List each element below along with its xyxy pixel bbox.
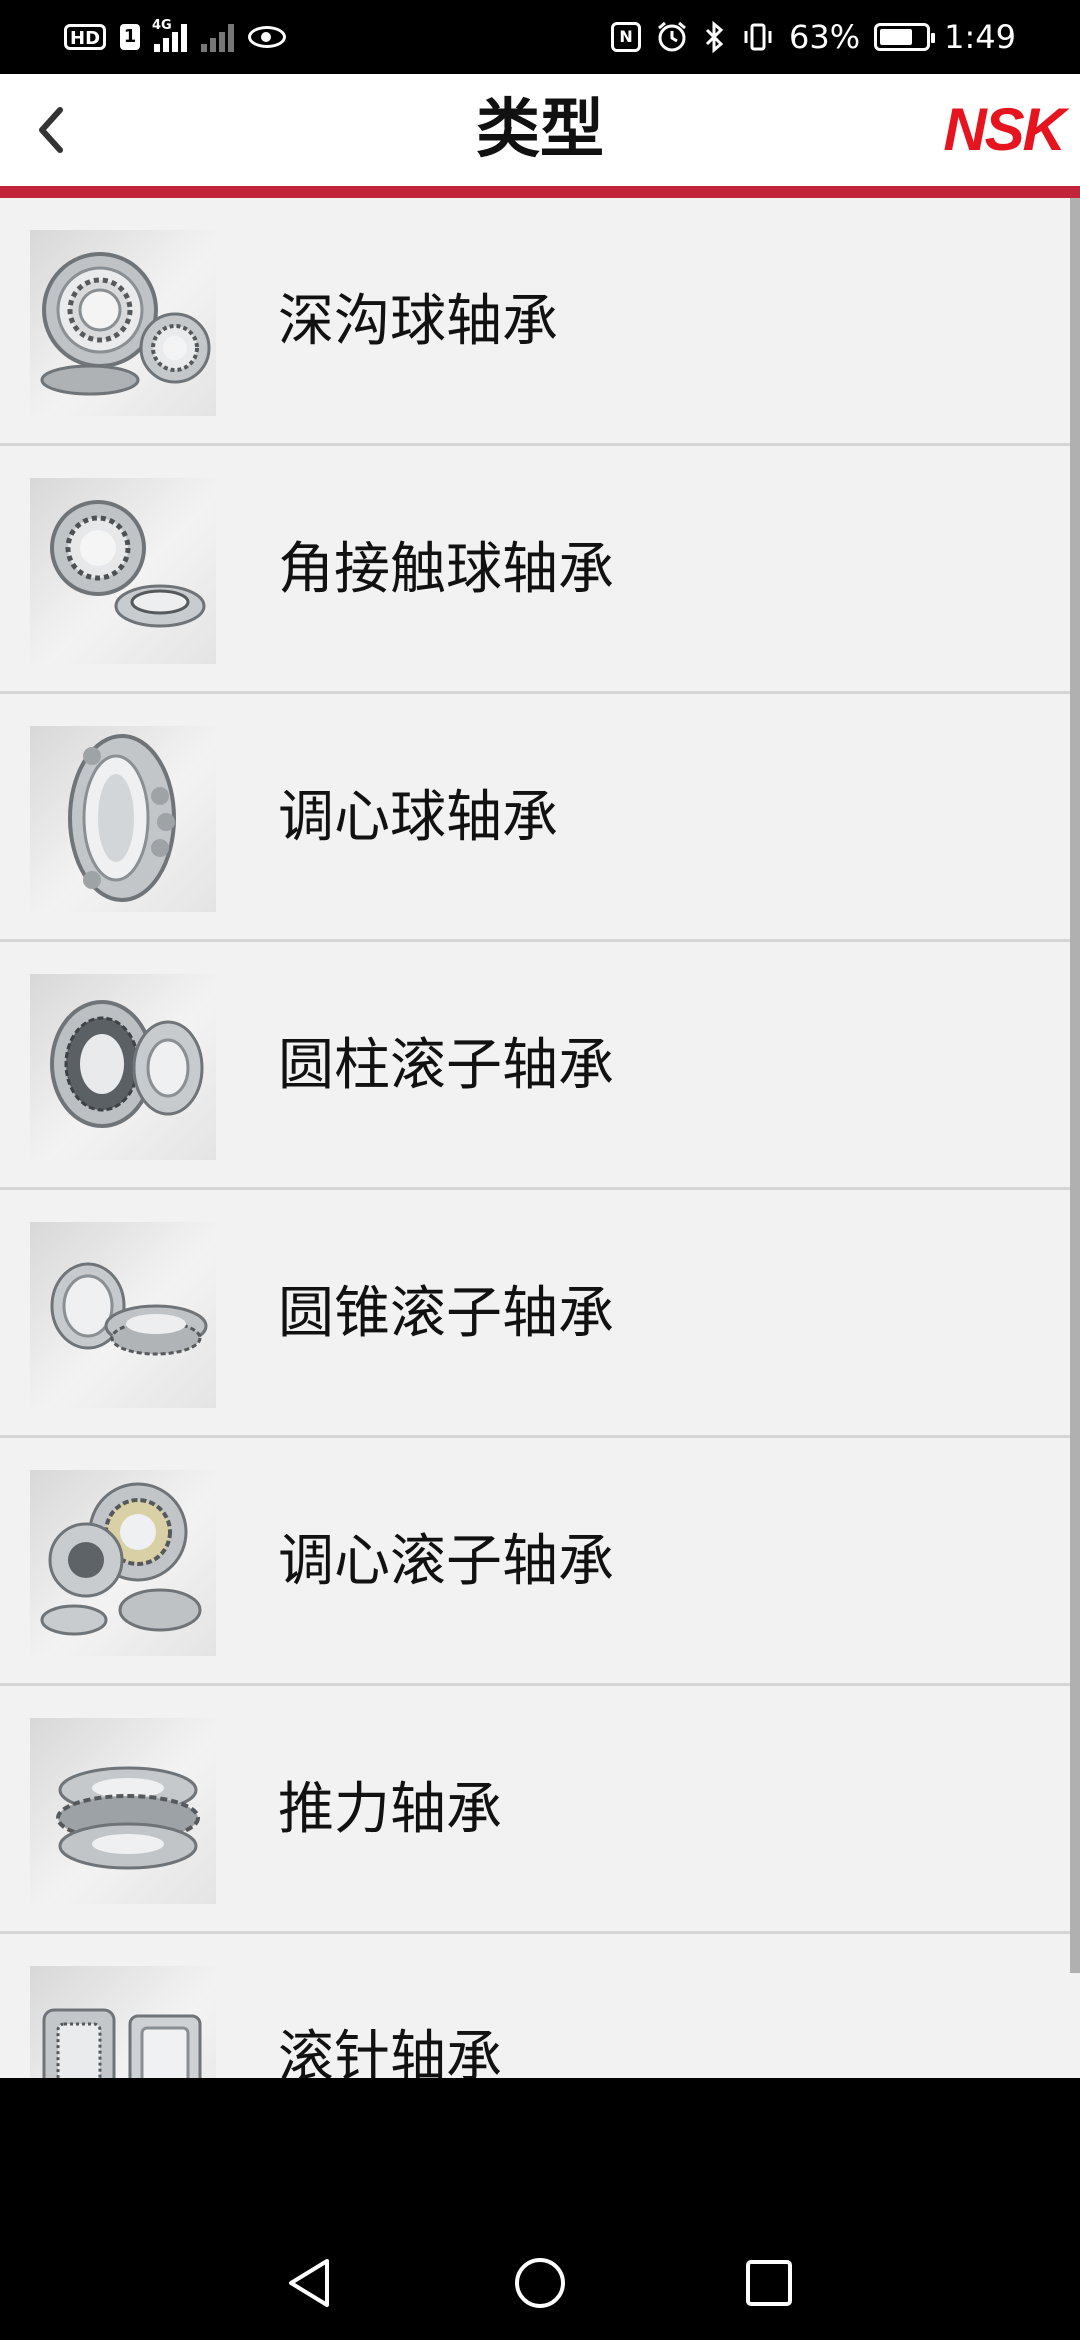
recents-square-icon	[746, 2260, 792, 2306]
signal-icon: 4G	[152, 18, 188, 52]
list-item-label: 深沟球轴承	[278, 289, 558, 354]
tapered-roller-bearing-image	[30, 1222, 216, 1408]
list-item-label: 圆柱滚子轴承	[278, 1033, 614, 1098]
status-bar: HD 1 4G N 63% 1:49	[0, 0, 1080, 74]
list-item-label: 滚针轴承	[278, 2025, 502, 2078]
nav-home-button[interactable]	[505, 2248, 575, 2318]
angular-contact-ball-bearing-image	[30, 478, 216, 664]
list-item[interactable]: 调心滚子轴承	[0, 1438, 1080, 1686]
battery-percent: 63%	[789, 18, 861, 56]
home-circle-icon	[515, 2258, 565, 2308]
list-item[interactable]: 深沟球轴承	[0, 198, 1080, 446]
header-divider	[0, 186, 1080, 198]
app-header: 类型 NSK	[0, 74, 1080, 186]
list-item[interactable]: 圆柱滚子轴承	[0, 942, 1080, 1190]
spherical-roller-bearing-image	[30, 1470, 216, 1656]
list-item-label: 圆锥滚子轴承	[278, 1281, 614, 1346]
battery-icon	[874, 23, 936, 51]
system-nav-bar	[0, 2078, 1080, 2340]
thrust-bearing-image	[30, 1718, 216, 1904]
list-item[interactable]: 圆锥滚子轴承	[0, 1190, 1080, 1438]
page-title: 类型	[476, 93, 604, 167]
clock: 1:49	[944, 18, 1016, 56]
list-scrollbar[interactable]	[1070, 198, 1080, 1973]
cylindrical-roller-bearing-image	[30, 974, 216, 1160]
hd-icon: HD	[64, 24, 107, 50]
list-item[interactable]: 调心球轴承	[0, 694, 1080, 942]
nav-recents-button[interactable]	[734, 2248, 804, 2318]
list-item[interactable]: 角接触球轴承	[0, 446, 1080, 694]
nsk-logo: NSK	[943, 96, 1066, 163]
network-type-label: 4G	[152, 18, 172, 33]
list-item[interactable]: 滚针轴承	[0, 1934, 1080, 2078]
back-triangle-icon	[289, 2259, 329, 2307]
nfc-icon: N	[611, 22, 642, 52]
needle-roller-bearing-image	[30, 1966, 216, 2078]
bluetooth-icon	[705, 20, 724, 54]
vibrate-icon	[744, 23, 772, 51]
status-bar-right: N 63% 1:49	[611, 18, 1016, 56]
list-item-label: 调心球轴承	[278, 785, 558, 850]
alarm-icon	[658, 21, 686, 52]
eye-icon	[248, 26, 287, 48]
list-item[interactable]: 推力轴承	[0, 1686, 1080, 1934]
self-aligning-ball-bearing-image	[30, 726, 216, 912]
list-item-label: 调心滚子轴承	[278, 1529, 614, 1594]
bearing-type-list[interactable]: 深沟球轴承 角接触球轴承 调心球轴承 圆柱滚子轴承 圆锥滚子轴承 调心滚子轴承 …	[0, 198, 1080, 2078]
nav-back-button[interactable]	[274, 2248, 344, 2318]
deep-groove-ball-bearing-image	[30, 230, 216, 416]
list-item-label: 角接触球轴承	[278, 537, 614, 602]
signal-off-icon	[201, 22, 235, 52]
status-bar-left: HD 1 4G	[64, 18, 287, 52]
list-item-label: 推力轴承	[278, 1777, 502, 1842]
sim-icon: 1	[120, 24, 141, 50]
